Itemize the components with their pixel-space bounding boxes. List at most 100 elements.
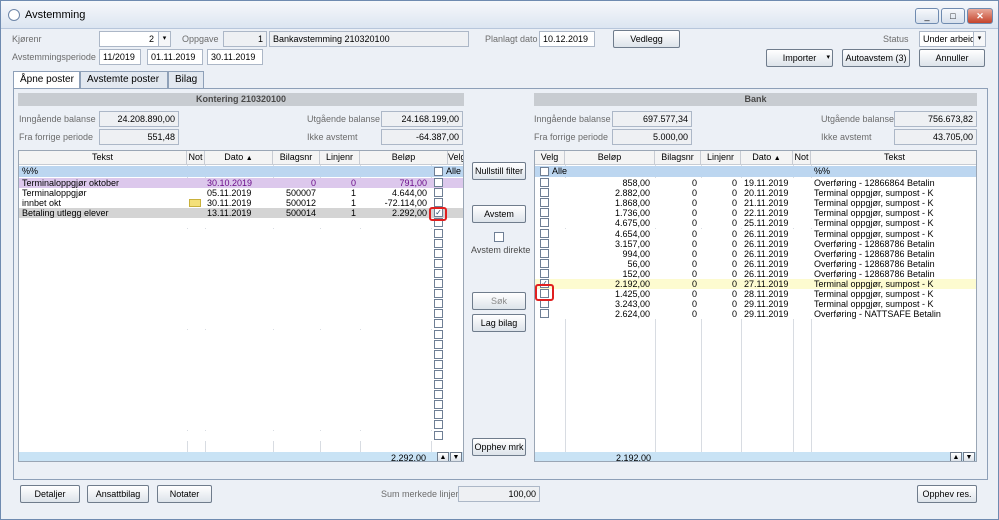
table-row[interactable] bbox=[19, 248, 463, 259]
col-bilagsnr[interactable]: Bilagsnr bbox=[655, 151, 701, 165]
row-checkbox[interactable] bbox=[434, 238, 443, 248]
table-row[interactable]: 152,00 0 0 26.11.2019 Overføring - 12868786 … bbox=[535, 268, 976, 279]
detaljer-button[interactable]: Detaljer bbox=[20, 485, 80, 503]
row-checkbox[interactable] bbox=[434, 289, 443, 299]
row-checkbox[interactable] bbox=[540, 268, 549, 278]
nullstill-filter-button[interactable]: Nullstill filter bbox=[472, 162, 526, 180]
row-checkbox[interactable] bbox=[434, 228, 443, 238]
row-checkbox[interactable] bbox=[434, 258, 443, 268]
table-row[interactable] bbox=[19, 258, 463, 269]
table-row[interactable] bbox=[19, 309, 463, 320]
lag-bilag-button[interactable]: Lag bilag bbox=[472, 314, 526, 332]
table-row[interactable] bbox=[19, 228, 463, 239]
opphev-mrk-button[interactable]: Opphev mrk bbox=[472, 438, 526, 456]
periode-field[interactable]: 11/2019 bbox=[99, 49, 141, 65]
left-filter-row[interactable]: %% Alle bbox=[19, 166, 463, 177]
row-checkbox[interactable] bbox=[434, 349, 443, 359]
vedlegg-button[interactable]: Vedlegg bbox=[613, 30, 680, 48]
scroll-down-icon[interactable]: ▼ bbox=[963, 452, 975, 461]
table-row[interactable]: 994,00 0 0 26.11.2019 Overføring - 12868786 … bbox=[535, 248, 976, 259]
row-checkbox[interactable] bbox=[540, 218, 549, 228]
row-checkbox[interactable] bbox=[434, 410, 443, 420]
note-icon[interactable] bbox=[189, 199, 201, 208]
close-button[interactable]: ✕ bbox=[967, 8, 993, 24]
row-checkbox[interactable] bbox=[434, 248, 443, 258]
table-row[interactable] bbox=[19, 380, 463, 390]
scroll-up-icon[interactable]: ▲ bbox=[437, 452, 449, 461]
right-filter-row[interactable]: Alle %% bbox=[535, 166, 976, 177]
row-checkbox[interactable] bbox=[434, 420, 443, 430]
col-dato[interactable]: Dato ▲ bbox=[205, 151, 273, 165]
col-tekst[interactable]: Tekst bbox=[811, 151, 976, 165]
row-checkbox[interactable] bbox=[540, 309, 549, 319]
table-row[interactable] bbox=[19, 238, 463, 249]
scroll-up-icon[interactable]: ▲ bbox=[950, 452, 962, 461]
row-checkbox[interactable] bbox=[434, 400, 443, 410]
tab-avstemte-poster[interactable]: Avstemte poster bbox=[80, 71, 168, 89]
row-checkbox[interactable] bbox=[540, 198, 549, 208]
autoavstem-button[interactable]: Autoavstem (3) bbox=[842, 49, 910, 67]
row-checkbox[interactable] bbox=[434, 369, 443, 379]
row-checkbox[interactable] bbox=[540, 228, 549, 238]
table-row[interactable]: Betaling utlegg elever 13.11.2019 500014 1 2… bbox=[19, 208, 463, 219]
table-row[interactable]: 2.882,00 0 0 20.11.2019 Terminal oppgjør, su… bbox=[535, 188, 976, 199]
col-belop[interactable]: Beløp bbox=[565, 151, 655, 165]
col-linjenr[interactable]: Linjenr bbox=[701, 151, 741, 165]
tab-bilag[interactable]: Bilag bbox=[168, 71, 204, 89]
table-row[interactable]: 3.157,00 0 0 26.11.2019 Overføring - 1286878… bbox=[535, 238, 976, 249]
ansattbilag-button[interactable]: Ansattbilag bbox=[87, 485, 149, 503]
col-not[interactable]: Not bbox=[187, 151, 205, 165]
table-row[interactable] bbox=[19, 400, 463, 411]
col-dato[interactable]: Dato ▲ bbox=[741, 151, 793, 165]
periode-fra[interactable]: 01.11.2019 bbox=[147, 49, 203, 65]
col-velg[interactable]: Velg bbox=[535, 151, 565, 165]
sok-button[interactable]: Søk bbox=[472, 292, 526, 310]
annuller-button[interactable]: Annuller bbox=[919, 49, 985, 67]
col-belop[interactable]: Beløp bbox=[360, 151, 448, 165]
row-checkbox[interactable] bbox=[434, 329, 443, 339]
table-row[interactable]: 4.675,00 0 0 25.11.2019 Terminal oppgjør, su… bbox=[535, 218, 976, 229]
periode-til[interactable]: 30.11.2019 bbox=[207, 49, 263, 65]
col-velg[interactable]: Velg bbox=[448, 151, 463, 165]
table-row[interactable] bbox=[19, 390, 463, 401]
row-checkbox[interactable] bbox=[434, 319, 443, 329]
row-checkbox[interactable] bbox=[434, 198, 443, 208]
importer-button[interactable]: Importer ▾ bbox=[766, 49, 833, 67]
kjorenr-select[interactable]: 2 ▾ bbox=[99, 31, 171, 47]
col-not[interactable]: Not bbox=[793, 151, 811, 165]
row-checkbox[interactable] bbox=[540, 238, 549, 248]
row-checkbox[interactable] bbox=[540, 188, 549, 198]
table-row[interactable] bbox=[19, 359, 463, 370]
row-checkbox[interactable] bbox=[434, 380, 443, 389]
table-row[interactable] bbox=[19, 268, 463, 279]
row-checkbox[interactable] bbox=[434, 430, 443, 440]
table-row[interactable] bbox=[19, 349, 463, 360]
table-row[interactable] bbox=[19, 299, 463, 310]
table-row[interactable]: 4.654,00 0 0 26.11.2019 Terminal oppgjør, su… bbox=[535, 228, 976, 239]
table-row[interactable] bbox=[19, 289, 463, 300]
col-bilagsnr[interactable]: Bilagsnr bbox=[273, 151, 320, 165]
row-checkbox[interactable] bbox=[434, 309, 443, 319]
row-checkbox[interactable] bbox=[434, 299, 443, 309]
status-select[interactable]: Under arbeid ▾ bbox=[919, 31, 986, 47]
table-row[interactable]: 2.192,00 0 0 27.11.2019 Terminal oppgjør, su… bbox=[535, 279, 976, 289]
row-checkbox[interactable] bbox=[540, 258, 549, 268]
row-checkbox[interactable] bbox=[434, 359, 443, 369]
row-checkbox[interactable] bbox=[540, 208, 549, 218]
planlagt-dato[interactable]: 10.12.2019 bbox=[539, 31, 595, 47]
table-row[interactable]: Terminaloppgjør oktober 30.10.2019 0 0 791,0… bbox=[19, 178, 463, 188]
minimize-button[interactable]: _ bbox=[915, 8, 939, 24]
table-row[interactable] bbox=[19, 218, 463, 229]
row-checkbox[interactable] bbox=[434, 339, 443, 349]
table-row[interactable]: 56,00 0 0 26.11.2019 Overføring - 12868786 B… bbox=[535, 258, 976, 269]
row-checkbox[interactable] bbox=[540, 178, 549, 187]
select-all-checkbox[interactable] bbox=[540, 167, 549, 176]
table-row[interactable]: 858,00 0 0 19.11.2019 Overføring - 12866864 … bbox=[535, 178, 976, 188]
table-row[interactable]: 1.868,00 0 0 21.11.2019 Terminal oppgjør, su… bbox=[535, 198, 976, 209]
table-row[interactable] bbox=[19, 339, 463, 350]
row-checkbox[interactable] bbox=[434, 188, 443, 198]
table-row[interactable]: 3.243,00 0 0 29.11.2019 Terminal oppgjør, su… bbox=[535, 299, 976, 310]
select-all-checkbox[interactable] bbox=[434, 167, 443, 176]
maximize-button[interactable]: □ bbox=[941, 8, 965, 24]
row-checkbox[interactable] bbox=[434, 268, 443, 278]
